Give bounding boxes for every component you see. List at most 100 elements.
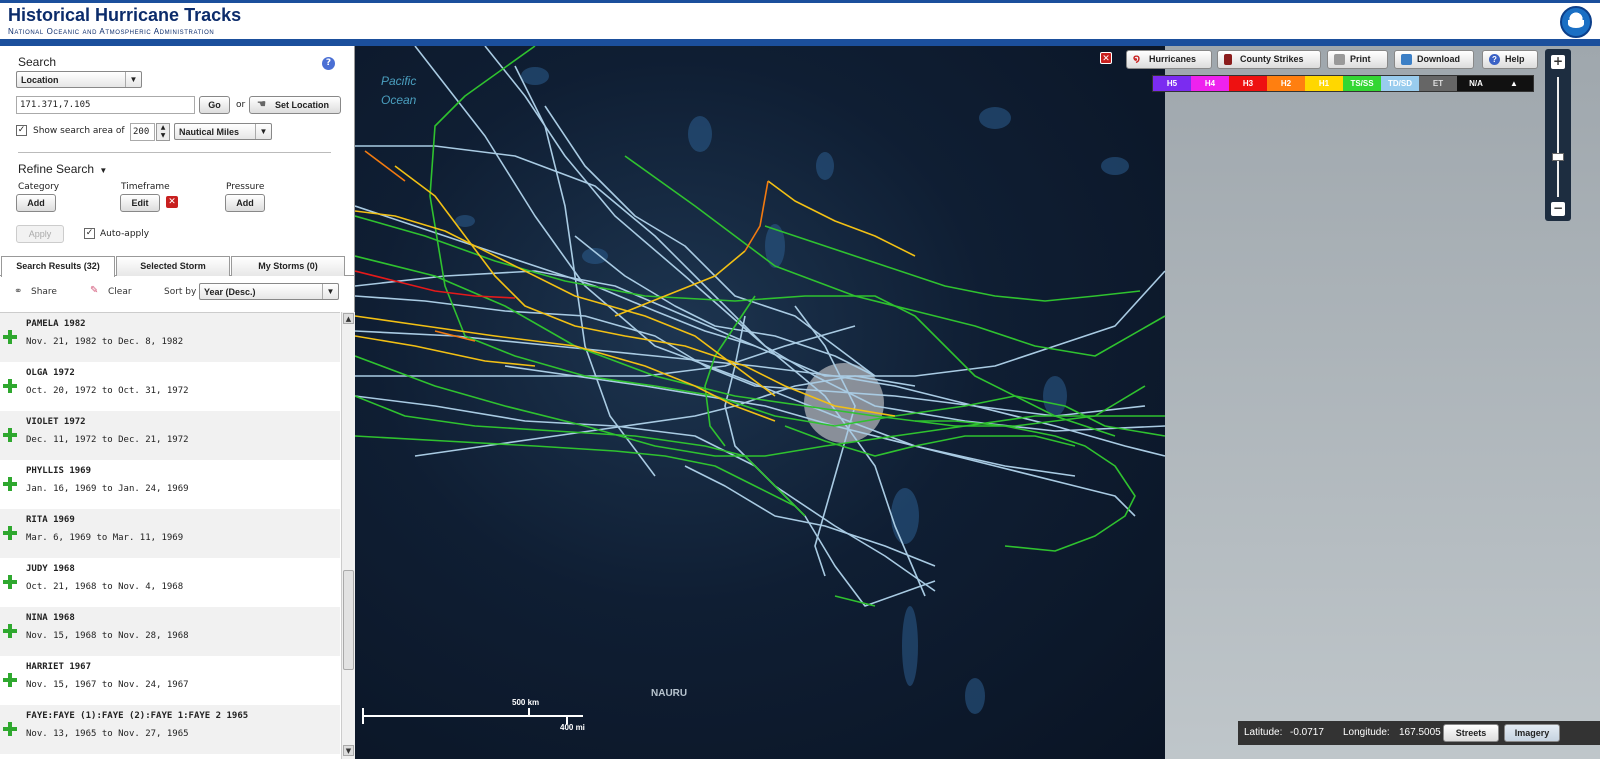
results-scrollbar[interactable]: ▲ ▼ (341, 312, 355, 759)
scroll-down-icon[interactable]: ▼ (343, 745, 354, 756)
add-storm-icon[interactable] (3, 575, 17, 589)
hurricanes-label: Hurricanes (1149, 54, 1197, 64)
county-icon (1224, 54, 1232, 65)
apply-button[interactable]: Apply (16, 225, 64, 243)
search-type-value: Location (21, 75, 59, 85)
sort-select[interactable]: Year (Desc.) ▼ (199, 283, 339, 300)
share-link[interactable]: Share (31, 287, 57, 297)
latitude-label: Latitude: (1244, 727, 1283, 738)
add-storm-icon[interactable] (3, 330, 17, 344)
refine-search-toggle[interactable]: Refine Search ▼ (18, 162, 107, 176)
county-strikes-button[interactable]: County Strikes (1217, 50, 1321, 69)
add-storm-icon[interactable] (3, 673, 17, 687)
scale-bar: 500 km 400 mi (361, 698, 591, 744)
storm-name: RITA 1969 (26, 515, 75, 525)
chevron-down-icon: ▼ (255, 124, 271, 139)
header-divider-bar (0, 39, 1600, 46)
legend-ts-ss: TS/SS (1343, 76, 1381, 91)
storm-tracks-layer[interactable] (355, 46, 1600, 759)
scale-km-label: 500 km (512, 698, 540, 707)
scroll-up-icon[interactable]: ▲ (343, 313, 354, 324)
add-storm-icon[interactable] (3, 526, 17, 540)
zoom-slider-thumb[interactable] (1552, 153, 1564, 161)
ocean-label: Pacific Ocean (381, 72, 416, 110)
storm-name: OLGA 1972 (26, 368, 75, 378)
add-storm-icon[interactable] (3, 722, 17, 736)
storm-dates: Nov. 15, 1967 to Nov. 24, 1967 (26, 680, 189, 690)
add-storm-icon[interactable] (3, 428, 17, 442)
longitude-label: Longitude: (1343, 727, 1390, 738)
legend-na: N/A (1457, 76, 1495, 91)
track-lines (355, 46, 1166, 607)
close-overlay-icon[interactable]: ✕ (1100, 52, 1112, 64)
set-location-button[interactable]: ☚ Set Location (249, 96, 341, 114)
help-circle-icon: ? (1489, 54, 1500, 65)
list-item[interactable]: VIOLET 1972 Dec. 11, 1972 to Dec. 21, 19… (0, 411, 340, 460)
search-type-select[interactable]: Location ▼ (16, 71, 142, 88)
tab-my-storms[interactable]: My Storms (0) (231, 256, 345, 276)
legend-collapse-icon[interactable]: ▲ (1495, 76, 1533, 91)
help-button[interactable]: ? Help (1482, 50, 1538, 69)
timeframe-edit-button[interactable]: Edit (120, 194, 160, 212)
noaa-logo[interactable] (1560, 6, 1592, 38)
list-item[interactable]: PHYLLIS 1969 Jan. 16, 1969 to Jan. 24, 1… (0, 460, 340, 509)
storm-dates: Nov. 15, 1968 to Nov. 28, 1968 (26, 631, 189, 641)
clear-timeframe-icon[interactable]: ✕ (166, 196, 178, 208)
add-storm-icon[interactable] (3, 379, 17, 393)
legend-et: ET (1419, 76, 1457, 91)
storm-dates: Nov. 21, 1982 to Dec. 8, 1982 (26, 337, 184, 347)
category-label: Category (18, 182, 60, 192)
streets-button[interactable]: Streets (1443, 724, 1499, 742)
list-item[interactable]: NINA 1968 Nov. 15, 1968 to Nov. 28, 1968 (0, 607, 340, 656)
location-input[interactable]: 171.371,7.105 (16, 96, 195, 114)
chevron-down-icon: ▼ (125, 72, 141, 87)
imagery-button[interactable]: Imagery (1504, 724, 1560, 742)
print-button[interactable]: Print (1327, 50, 1388, 69)
zoom-track[interactable] (1557, 77, 1559, 197)
legend-h1: H1 (1305, 76, 1343, 91)
zoom-in-icon[interactable]: + (1551, 55, 1565, 69)
list-item[interactable]: RITA 1969 Mar. 6, 1969 to Mar. 11, 1969 (0, 509, 340, 558)
category-add-button[interactable]: Add (16, 194, 56, 212)
show-area-checkbox[interactable]: ✓ (16, 125, 27, 136)
auto-apply-checkbox[interactable]: ✓ (84, 228, 95, 239)
storm-dates: Oct. 20, 1972 to Oct. 31, 1972 (26, 386, 189, 396)
list-item[interactable]: JUDY 1968 Oct. 21, 1968 to Nov. 4, 1968 (0, 558, 340, 607)
list-item[interactable]: OLGA 1972 Oct. 20, 1972 to Oct. 31, 1972 (0, 362, 340, 411)
pressure-add-button[interactable]: Add (225, 194, 265, 212)
list-item[interactable]: FAYE:FAYE (1):FAYE (2):FAYE 1:FAYE 2 196… (0, 705, 340, 754)
storm-dates: Oct. 21, 1968 to Nov. 4, 1968 (26, 582, 184, 592)
help-icon[interactable]: ? (322, 57, 335, 70)
add-storm-icon[interactable] (3, 477, 17, 491)
map-view[interactable]: Pacific Ocean NAURU ✕ ໑ Hurricanes Count… (355, 46, 1600, 759)
storm-name: FAYE:FAYE (1):FAYE (2):FAYE 1:FAYE 2 196… (26, 711, 249, 721)
scroll-thumb[interactable] (343, 570, 354, 670)
radius-stepper[interactable]: ▲ ▼ (156, 123, 170, 141)
help-label: Help (1505, 54, 1525, 64)
auto-apply-label: Auto-apply (100, 229, 150, 239)
hurricanes-button[interactable]: ໑ Hurricanes (1126, 50, 1212, 69)
unit-value: Nautical Miles (179, 127, 240, 137)
clear-link[interactable]: Clear (108, 287, 132, 297)
list-item[interactable]: HARRIET 1967 Nov. 15, 1967 to Nov. 24, 1… (0, 656, 340, 705)
go-button[interactable]: Go (199, 96, 230, 114)
radius-input[interactable]: 200 (130, 123, 155, 141)
sort-value: Year (Desc.) (204, 287, 256, 297)
tab-search-results[interactable]: Search Results (32) (1, 256, 115, 277)
download-button[interactable]: Download (1394, 50, 1474, 69)
add-storm-icon[interactable] (3, 624, 17, 638)
print-label: Print (1350, 54, 1371, 64)
ocean-label-line2: Ocean (381, 93, 417, 107)
zoom-out-icon[interactable]: − (1551, 202, 1565, 216)
scale-mi-label: 400 mi (560, 723, 585, 732)
hand-pointer-icon: ☚ (257, 99, 266, 110)
pressure-label: Pressure (226, 182, 265, 192)
status-bar: Latitude: -0.0717 Longitude: 167.5005 St… (1238, 721, 1600, 745)
list-item[interactable]: PAMELA 1982 Nov. 21, 1982 to Dec. 8, 198… (0, 313, 340, 362)
storm-name: JUDY 1968 (26, 564, 75, 574)
caret-down-icon: ▼ (99, 166, 108, 175)
eraser-icon[interactable]: ✎ (90, 285, 98, 296)
tab-selected-storm[interactable]: Selected Storm (116, 256, 230, 276)
unit-select[interactable]: Nautical Miles ▼ (174, 123, 272, 140)
share-icon[interactable]: ⚭ (14, 286, 22, 297)
